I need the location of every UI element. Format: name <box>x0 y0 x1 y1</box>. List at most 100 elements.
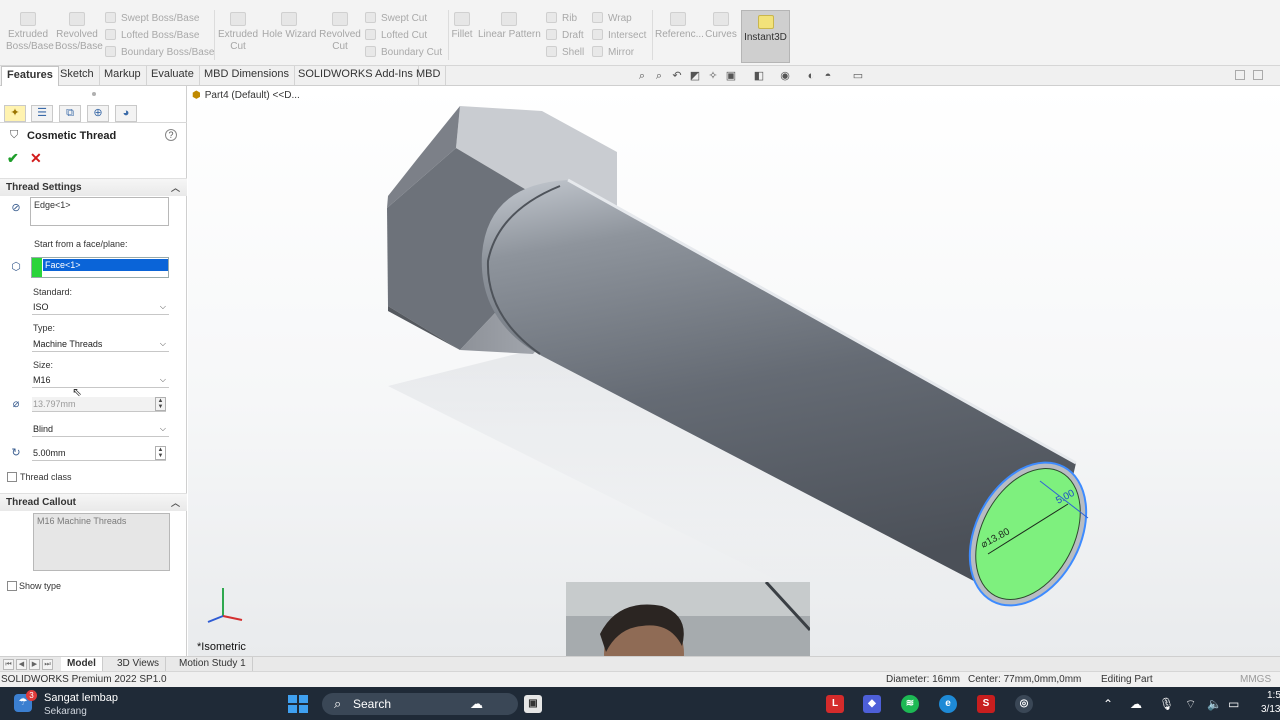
solidworks-app-icon[interactable]: S <box>977 695 995 713</box>
thread-class-checkbox[interactable] <box>7 472 17 482</box>
clock-date[interactable]: 3/13 <box>1261 704 1280 715</box>
thread-callout-group-header[interactable]: Thread Callout ︿ <box>0 493 187 511</box>
curves-button[interactable]: Curves <box>704 12 738 41</box>
ok-button[interactable]: ✔ <box>7 150 19 167</box>
start-face-label: Start from a face/plane: <box>34 239 128 249</box>
tab-solidworks-addins[interactable]: SOLIDWORKS Add-Ins <box>293 66 419 85</box>
app-red-dot-icon[interactable]: ◎ <box>1015 695 1033 713</box>
volume-icon[interactable]: 🔈 <box>1207 697 1222 711</box>
app-l-icon[interactable]: L <box>826 695 844 713</box>
rib-button[interactable]: Rib <box>546 11 577 27</box>
spotify-icon[interactable]: ≋ <box>901 695 919 713</box>
feature-manager-tab[interactable]: ✦ <box>4 105 26 122</box>
extruded-cut-button[interactable]: Extruded Cut <box>216 12 260 53</box>
app-copilot-icon[interactable]: ◆ <box>863 695 881 713</box>
show-hidden-icons-icon[interactable]: ⌃ <box>1103 697 1113 711</box>
extruded-boss-button[interactable]: Extruded Boss/Base <box>6 12 54 53</box>
wrap-button[interactable]: Wrap <box>592 11 632 27</box>
collapse-chevron-icon[interactable]: ︿ <box>171 179 180 197</box>
hide-show-items-icon[interactable]: ◉ <box>779 70 791 82</box>
instant3d-button[interactable]: Instant3D <box>741 10 790 63</box>
tab-markup[interactable]: Markup <box>99 66 147 85</box>
apply-scene-icon[interactable]: ◓ <box>822 70 834 82</box>
view-settings-icon[interactable]: ▭ <box>852 70 864 82</box>
maximize-viewport-icon[interactable] <box>1253 70 1263 80</box>
battery-icon[interactable]: ▭ <box>1228 697 1239 711</box>
linear-pattern-button[interactable]: Linear Pattern <box>478 12 541 41</box>
next-tab-icon[interactable]: ▶ <box>29 659 40 670</box>
windows-start-icon[interactable] <box>288 695 308 713</box>
type-select[interactable]: Machine Threads ⌵ <box>32 337 169 352</box>
show-type-checkbox[interactable] <box>7 581 17 591</box>
end-condition-select[interactable]: Blind ⌵ <box>32 422 169 437</box>
spinner-arrows-icon[interactable]: ▲ ▼ <box>155 446 166 460</box>
thread-settings-group-header[interactable]: Thread Settings ︿ <box>0 178 187 196</box>
microphone-icon[interactable]: 🎙 <box>1159 697 1174 711</box>
draft-button[interactable]: Draft <box>546 28 584 44</box>
draft-icon <box>546 29 557 40</box>
task-view-icon[interactable]: ▣ <box>524 695 542 713</box>
zoom-to-fit-icon[interactable]: ⌕ <box>636 70 648 82</box>
lofted-cut-button[interactable]: Lofted Cut <box>365 28 427 44</box>
boundary-boss-button[interactable]: Boundary Boss/Base <box>105 45 214 61</box>
tab-evaluate[interactable]: Evaluate <box>146 66 200 85</box>
zoom-to-area-icon[interactable]: ⌕ <box>653 70 665 82</box>
mirror-button[interactable]: Mirror <box>592 45 634 61</box>
fillet-button[interactable]: Fillet <box>450 12 474 41</box>
first-tab-icon[interactable]: ⏮ <box>3 659 14 670</box>
edge-selection-box[interactable]: Edge<1> <box>30 197 169 226</box>
swept-boss-button[interactable]: Swept Boss/Base <box>105 11 199 27</box>
wifi-icon[interactable]: ⌔ <box>1185 697 1196 712</box>
edge-browser-icon[interactable]: e <box>939 695 957 713</box>
edit-appearance-icon[interactable]: ◐ <box>805 70 817 82</box>
hole-wizard-button[interactable]: Hole Wizard <box>262 12 316 41</box>
dynamic-annotation-icon[interactable]: ✧ <box>707 70 719 82</box>
tab-model[interactable]: Model <box>61 657 103 672</box>
revolved-cut-button[interactable]: Revolved Cut <box>318 12 362 53</box>
previous-tab-icon[interactable]: ◀ <box>16 659 27 670</box>
tab-mbd[interactable]: MBD <box>411 66 447 85</box>
property-manager-tab[interactable]: ☰ <box>31 105 53 122</box>
face-selection-box[interactable]: Face<1> <box>31 257 169 278</box>
intersect-button[interactable]: Intersect <box>592 28 646 44</box>
size-select[interactable]: M16 ⌵ <box>32 373 169 388</box>
help-icon[interactable]: ? <box>165 129 177 141</box>
search-highlight-icon: ☁ <box>470 696 483 711</box>
section-view-icon[interactable]: ◩ <box>689 70 701 82</box>
breadcrumb[interactable]: ⬢ Part4 (Default) <<D... <box>192 90 300 101</box>
display-manager-tab[interactable]: ◕ <box>115 105 137 122</box>
cancel-button[interactable]: ✕ <box>30 150 42 167</box>
thread-depth-field[interactable]: 5.00mm ▲ ▼ <box>32 446 166 461</box>
previous-view-icon[interactable]: ↶ <box>671 70 683 82</box>
restore-viewport-icon[interactable] <box>1235 70 1245 80</box>
view-orientation-icon[interactable]: ▣ <box>725 70 737 82</box>
lofted-boss-button[interactable]: Lofted Boss/Base <box>105 28 199 44</box>
graphics-area[interactable]: 5.00 ⌀13.80 ⬢ Part4 (Default) <<D... *Iso… <box>188 86 1280 656</box>
panel-grip[interactable] <box>92 92 96 96</box>
last-tab-icon[interactable]: ⏭ <box>42 659 53 670</box>
clock-time[interactable]: 1:5 <box>1267 690 1280 701</box>
standard-select[interactable]: ISO ⌵ <box>32 300 169 315</box>
tab-features[interactable]: Features <box>1 66 59 86</box>
shell-button[interactable]: Shell <box>546 45 584 61</box>
face-selection-item[interactable]: Face<1> <box>43 259 168 271</box>
tab-3d-views[interactable]: 3D Views <box>111 657 167 672</box>
revolved-boss-button[interactable]: Revolved Boss/Base <box>55 12 103 53</box>
bolt-model[interactable]: 5.00 ⌀13.80 <box>188 86 1280 656</box>
tab-mbd-dimensions[interactable]: MBD Dimensions <box>199 66 295 85</box>
collapse-chevron-icon[interactable]: ︿ <box>171 494 180 512</box>
boundary-cut-button[interactable]: Boundary Cut <box>365 45 442 61</box>
reference-geometry-button[interactable]: Referenc... <box>655 12 704 41</box>
swept-cut-button[interactable]: Swept Cut <box>365 11 427 27</box>
unit-system[interactable]: MMGS <box>1240 672 1271 687</box>
tab-sketch[interactable]: Sketch <box>55 66 100 85</box>
display-style-icon[interactable]: ◧ <box>753 70 765 82</box>
dimxpert-manager-tab[interactable]: ⊕ <box>87 105 109 122</box>
weather-title[interactable]: Sangat lembap <box>44 692 118 704</box>
taskbar-search[interactable]: ⌕ Search ☁ <box>322 693 518 715</box>
minor-diameter-field: 13.797mm ▲ ▼ <box>32 397 166 412</box>
configuration-manager-tab[interactable]: ⧉ <box>59 105 81 122</box>
onedrive-icon[interactable]: ☁ <box>1130 697 1142 711</box>
tab-motion-study[interactable]: Motion Study 1 <box>173 657 253 672</box>
ribbon-divider <box>214 10 215 60</box>
